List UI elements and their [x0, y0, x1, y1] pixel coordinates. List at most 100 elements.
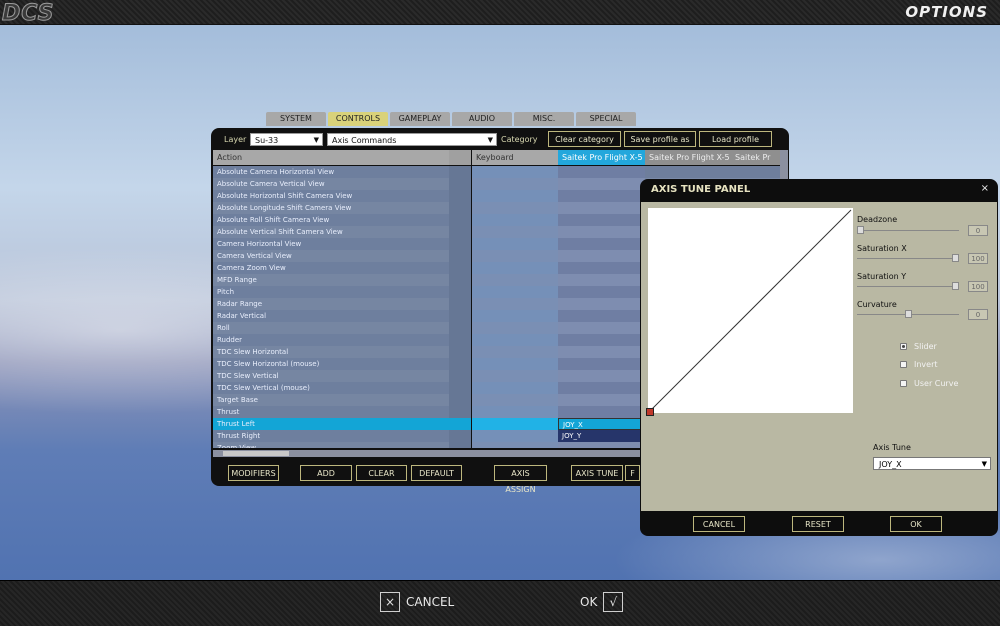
keyboard-cell[interactable] [472, 430, 558, 442]
action-cell[interactable]: Absolute Camera Vertical View [213, 178, 449, 190]
action-cell[interactable]: Absolute Longitude Shift Camera View [213, 202, 449, 214]
device1-cell[interactable] [558, 310, 645, 322]
action-cell[interactable]: Thrust Right [213, 430, 449, 442]
curvature-value[interactable]: 0 [968, 309, 988, 320]
action-cell[interactable]: TDC Slew Horizontal (mouse) [213, 358, 449, 370]
slider-knob[interactable] [952, 282, 959, 290]
column-header-device1[interactable]: Saitek Pro Flight X-5 [558, 150, 645, 165]
clear-category-button[interactable]: Clear category [548, 131, 621, 147]
device1-cell[interactable] [558, 394, 645, 406]
keyboard-cell[interactable] [472, 334, 558, 346]
tab-special[interactable]: SPECIAL [576, 112, 636, 126]
keyboard-cell[interactable] [472, 250, 558, 262]
radio-selected-icon[interactable] [900, 343, 907, 350]
action-cell[interactable]: Absolute Camera Horizontal View [213, 166, 449, 178]
blank-cell[interactable] [449, 286, 471, 298]
tab-controls[interactable]: CONTROLS [328, 112, 388, 126]
blank-cell[interactable] [449, 346, 471, 358]
more-button[interactable]: F [625, 465, 640, 481]
keyboard-cell[interactable] [472, 178, 558, 190]
option-slider[interactable]: Slider [900, 342, 937, 351]
atp-ok-button[interactable]: OK [890, 516, 942, 532]
curvature-slider[interactable] [857, 309, 959, 319]
keyboard-cell[interactable] [472, 322, 558, 334]
device1-cell[interactable] [558, 238, 645, 250]
device1-cell[interactable] [558, 382, 645, 394]
atp-cancel-button[interactable]: CANCEL [693, 516, 745, 532]
blank-cell[interactable] [449, 322, 471, 334]
keyboard-cell[interactable] [472, 262, 558, 274]
option-invert[interactable]: Invert [900, 360, 938, 369]
device1-cell[interactable] [558, 274, 645, 286]
checkbox-icon[interactable] [900, 361, 907, 368]
clear-button[interactable]: CLEAR [356, 465, 407, 481]
scrollbar-thumb[interactable] [223, 451, 289, 456]
column-header-action[interactable]: Action [213, 150, 449, 165]
device1-cell[interactable] [558, 334, 645, 346]
device1-cell[interactable] [558, 322, 645, 334]
device1-cell[interactable] [558, 250, 645, 262]
action-cell[interactable]: Absolute Horizontal Shift Camera View [213, 190, 449, 202]
action-cell[interactable]: Camera Horizontal View [213, 238, 449, 250]
blank-cell[interactable] [449, 262, 471, 274]
checkmark-icon[interactable]: √ [603, 592, 624, 612]
device1-cell[interactable] [558, 178, 645, 190]
action-cell[interactable]: Absolute Vertical Shift Camera View [213, 226, 449, 238]
keyboard-cell[interactable] [472, 382, 558, 394]
action-cell[interactable]: Pitch [213, 286, 449, 298]
device1-cell[interactable] [558, 358, 645, 370]
action-cell[interactable]: Camera Vertical View [213, 250, 449, 262]
tab-audio[interactable]: AUDIO [452, 112, 512, 126]
action-cell[interactable]: Radar Range [213, 298, 449, 310]
action-cell[interactable]: Thrust Left [213, 418, 449, 430]
keyboard-cell[interactable] [472, 418, 558, 430]
device2-cell[interactable] [645, 166, 731, 178]
device1-cell[interactable] [558, 370, 645, 382]
action-cell[interactable]: MFD Range [213, 274, 449, 286]
blank-cell[interactable] [449, 250, 471, 262]
device1-cell[interactable] [558, 298, 645, 310]
blank-cell[interactable] [449, 310, 471, 322]
device1-cell[interactable] [558, 190, 645, 202]
slider-knob[interactable] [905, 310, 912, 318]
device1-cell[interactable] [558, 166, 645, 178]
action-cell[interactable]: Radar Vertical [213, 310, 449, 322]
column-header-device3[interactable]: Saitek Pr [731, 150, 780, 165]
blank-cell[interactable] [449, 358, 471, 370]
category-select[interactable]: Axis Commands ▼ [327, 133, 497, 146]
blank-cell[interactable] [449, 166, 471, 178]
deadzone-value[interactable]: 0 [968, 225, 988, 236]
blank-cell[interactable] [449, 382, 471, 394]
blank-cell[interactable] [449, 178, 471, 190]
axis-tune-button[interactable]: AXIS TUNE [571, 465, 623, 481]
add-button[interactable]: ADD [300, 465, 352, 481]
saturation-x-slider[interactable] [857, 253, 959, 263]
ok-button[interactable]: OK √ [580, 591, 624, 613]
save-profile-button[interactable]: Save profile as [624, 131, 696, 147]
blank-cell[interactable] [449, 238, 471, 250]
blank-cell[interactable] [449, 190, 471, 202]
device1-cell[interactable]: JOY_Y [558, 430, 645, 442]
action-cell[interactable]: Rudder [213, 334, 449, 346]
option-user-curve[interactable]: User Curve [900, 379, 958, 388]
blank-cell[interactable] [449, 442, 471, 448]
action-cell[interactable]: TDC Slew Vertical [213, 370, 449, 382]
blank-cell[interactable] [449, 430, 471, 442]
table-row[interactable]: Absolute Camera Horizontal View [213, 166, 780, 178]
column-header-device2[interactable]: Saitek Pro Flight X-5 [645, 150, 731, 165]
device3-cell[interactable] [731, 166, 780, 178]
device1-cell[interactable] [558, 406, 645, 418]
axis-assign-button[interactable]: AXIS ASSIGN [494, 465, 547, 494]
blank-cell[interactable] [449, 274, 471, 286]
keyboard-cell[interactable] [472, 202, 558, 214]
device1-cell[interactable] [558, 442, 645, 448]
keyboard-cell[interactable] [472, 358, 558, 370]
saturation-y-slider[interactable] [857, 281, 959, 291]
saturation-x-value[interactable]: 100 [968, 253, 988, 264]
load-profile-button[interactable]: Load profile [699, 131, 772, 147]
blank-cell[interactable] [449, 418, 471, 430]
device1-cell[interactable] [558, 226, 645, 238]
keyboard-cell[interactable] [472, 226, 558, 238]
modifiers-button[interactable]: MODIFIERS [228, 465, 279, 481]
action-cell[interactable]: Camera Zoom View [213, 262, 449, 274]
